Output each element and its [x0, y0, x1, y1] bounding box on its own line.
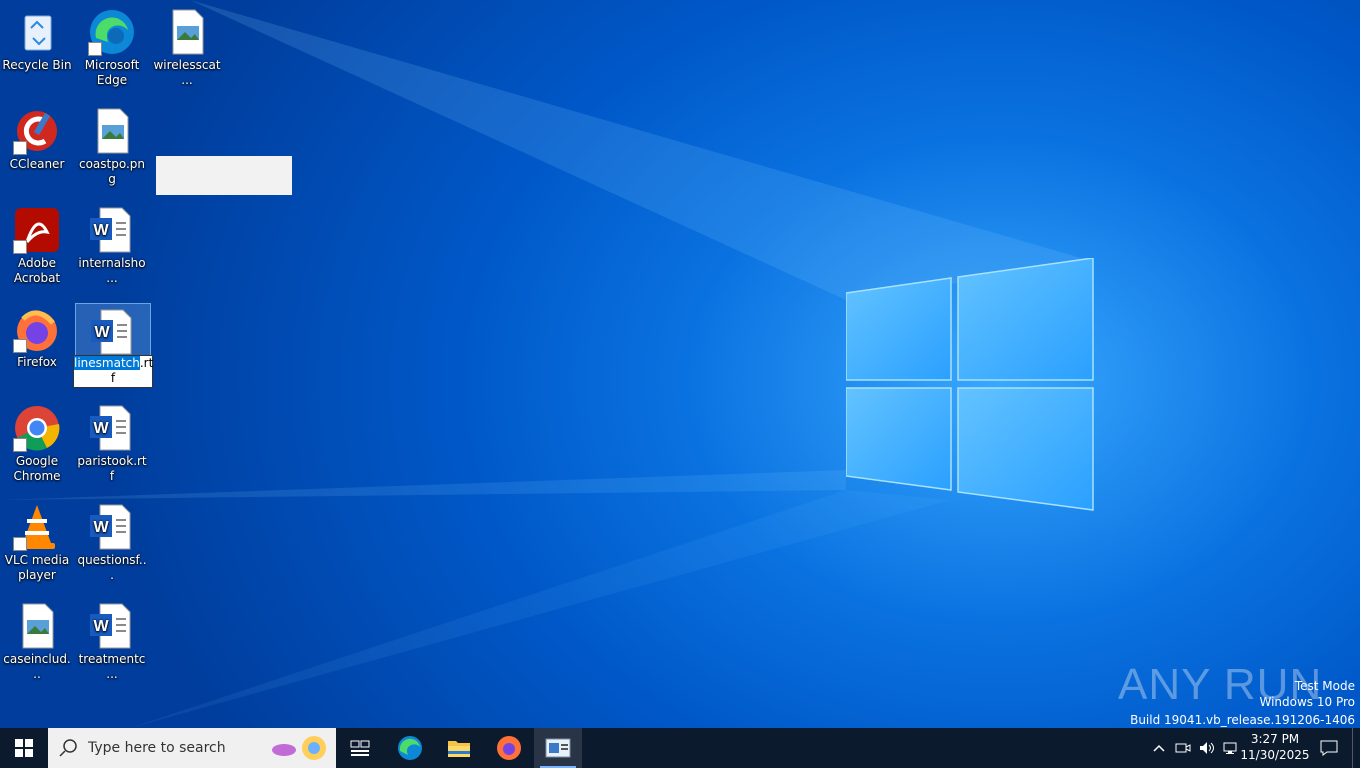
- camera-icon: [1175, 743, 1191, 753]
- task-view-button[interactable]: [336, 728, 384, 768]
- icon-label: Microsoft Edge: [84, 58, 140, 87]
- windows-edition-text: Windows 10 Pro: [1259, 695, 1355, 709]
- edge-icon-image: [88, 8, 136, 56]
- icon-label: Adobe Acrobat: [13, 256, 61, 285]
- word-document-icon[interactable]: W questionsf...: [75, 499, 149, 583]
- shortcut-arrow-icon: [13, 438, 27, 452]
- build-text: Build 19041.vb_release.191206-1406: [1130, 713, 1355, 727]
- notification-icon: [1320, 740, 1338, 756]
- word-file-icon-image: W: [88, 404, 136, 452]
- image-file-icon-image: [13, 602, 61, 650]
- action-center-button[interactable]: [1314, 728, 1344, 768]
- search-icon: [59, 739, 77, 757]
- ccleaner-icon[interactable]: CCleaner: [0, 103, 74, 172]
- search-box[interactable]: Type here to search: [48, 728, 336, 768]
- icon-label: Recycle Bin: [2, 58, 72, 72]
- word-document-icon[interactable]: W treatmentc...: [75, 598, 149, 682]
- icon-label: wirelesscat...: [153, 58, 221, 87]
- chevron-up-icon: [1153, 744, 1165, 752]
- rename-rest-text: .rt: [139, 356, 154, 370]
- blank-tooltip: [156, 156, 292, 195]
- image-file-icon[interactable]: coastpo.png: [75, 103, 149, 187]
- microsoft-edge-icon[interactable]: Microsoft Edge: [75, 4, 149, 88]
- icon-label: internalsho...: [78, 256, 146, 285]
- shortcut-arrow-icon: [88, 42, 102, 56]
- network-icon: [1223, 742, 1237, 754]
- search-placeholder: Type here to search: [88, 740, 226, 756]
- icon-label: VLC media player: [4, 553, 70, 582]
- taskbar-edge-button[interactable]: [386, 728, 434, 768]
- word-file-icon-image: W: [88, 503, 136, 551]
- vlc-media-player-icon[interactable]: VLC media player: [0, 499, 74, 583]
- vlc-icon-image: [13, 503, 61, 551]
- taskbar-file-explorer-button[interactable]: [435, 728, 483, 768]
- icon-label: CCleaner: [9, 157, 65, 171]
- icon-label: caseinclud...: [3, 652, 71, 681]
- image-viewer-icon: [545, 738, 571, 758]
- show-hidden-icons-button[interactable]: [1148, 728, 1170, 768]
- google-chrome-icon[interactable]: Google Chrome: [0, 400, 74, 484]
- icon-label: paristook.rtf: [77, 454, 147, 483]
- svg-text:W: W: [94, 324, 110, 341]
- word-file-icon-image: W: [88, 206, 136, 254]
- icon-label: treatmentc...: [78, 652, 146, 681]
- ccleaner-icon-image: [13, 107, 61, 155]
- wallpaper-beams: [0, 0, 1095, 728]
- test-mode-text: Test Mode: [1294, 679, 1355, 693]
- icon-label: Google Chrome: [13, 454, 61, 483]
- show-desktop-button[interactable]: [1352, 728, 1360, 768]
- firefox-icon[interactable]: Firefox: [0, 301, 74, 370]
- adobe-acrobat-icon[interactable]: Adobe Acrobat: [0, 202, 74, 286]
- recycle-bin-icon[interactable]: Recycle Bin: [0, 4, 74, 73]
- desktop: Recycle Bin CCleaner Adobe Acrobat Firef…: [0, 0, 1360, 728]
- shortcut-arrow-icon: [13, 537, 27, 551]
- task-view-icon: [350, 740, 370, 756]
- windows-logo: [846, 258, 1094, 511]
- meet-now-button[interactable]: [1172, 728, 1194, 768]
- clock-time: 3:27 PM: [1250, 732, 1300, 746]
- clock[interactable]: 3:27 PM 11/30/2025: [1238, 731, 1312, 763]
- acrobat-icon-image: [13, 206, 61, 254]
- search-highlight-icon: [272, 736, 326, 760]
- svg-text:W: W: [93, 618, 109, 635]
- image-file-icon-image: [163, 8, 211, 56]
- rename-input[interactable]: linesmatch.rt f: [73, 355, 153, 388]
- chrome-icon-image: [13, 404, 61, 452]
- folder-icon: [448, 741, 470, 757]
- clock-date: 11/30/2025: [1240, 748, 1310, 762]
- svg-text:W: W: [93, 222, 109, 239]
- word-document-icon[interactable]: W paristook.rtf: [75, 400, 149, 484]
- windows-start-icon: [15, 739, 33, 757]
- firefox-icon-image: [13, 305, 61, 353]
- word-document-icon[interactable]: W internalsho...: [75, 202, 149, 286]
- rename-rest-text-2: f: [110, 371, 116, 385]
- start-button[interactable]: [0, 728, 48, 768]
- word-file-icon-image: W: [88, 602, 136, 650]
- shortcut-arrow-icon: [13, 339, 27, 353]
- svg-text:W: W: [93, 420, 109, 437]
- volume-button[interactable]: [1196, 728, 1218, 768]
- edge-icon: [398, 736, 422, 760]
- image-file-icon[interactable]: wirelesscat...: [150, 4, 224, 88]
- icon-label: coastpo.png: [78, 157, 146, 186]
- icon-label: questionsf...: [77, 553, 147, 582]
- taskbar-firefox-button[interactable]: [485, 728, 533, 768]
- image-file-icon[interactable]: caseinclud...: [0, 598, 74, 682]
- rename-selected-text: linesmatch: [74, 356, 140, 370]
- taskbar-image-viewer-button[interactable]: [534, 728, 582, 768]
- firefox-icon: [497, 736, 521, 760]
- speaker-icon: [1200, 742, 1214, 754]
- shortcut-arrow-icon: [13, 240, 27, 254]
- image-file-icon-image: [88, 107, 136, 155]
- icon-label: Firefox: [17, 355, 57, 369]
- taskbar: Type here to search 3:27 PM 11/30/2025: [0, 728, 1360, 768]
- shortcut-arrow-icon: [13, 141, 27, 155]
- recycle-bin-icon-image: [13, 8, 61, 56]
- word-file-icon-image: W: [89, 308, 137, 356]
- svg-text:W: W: [93, 519, 109, 536]
